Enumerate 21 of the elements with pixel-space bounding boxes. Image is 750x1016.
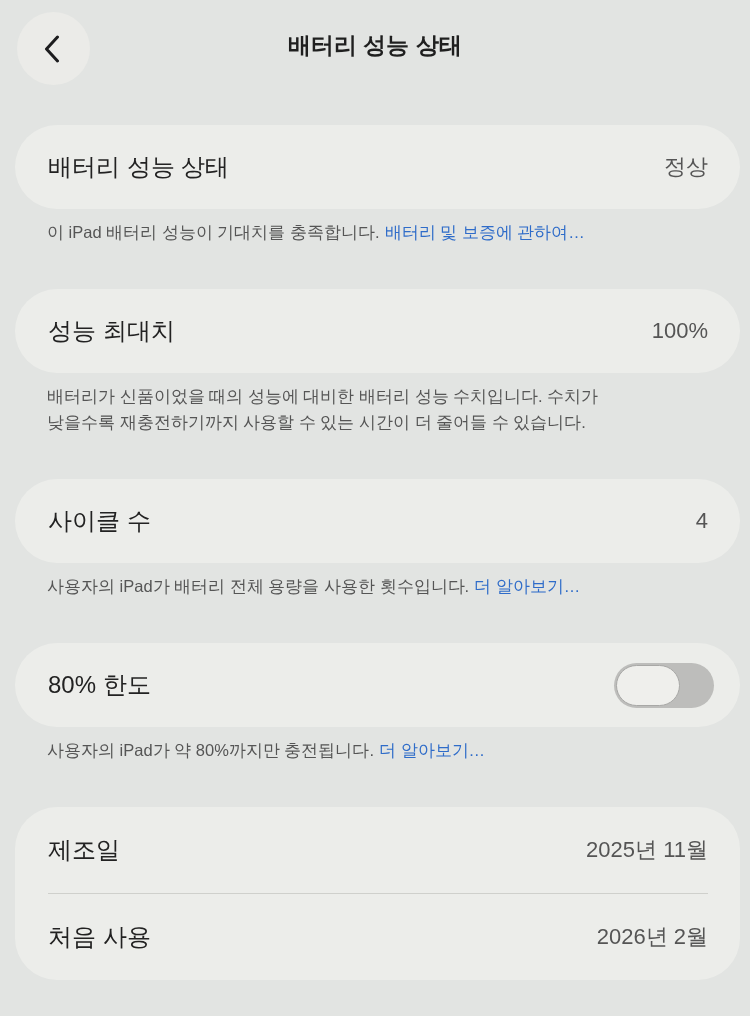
footer-text: 사용자의 iPad가 배터리 전체 용량을 사용한 횟수입니다. [47,577,470,595]
footer-link[interactable]: 더 알아보기… [379,741,486,759]
row-value: 2026년 2월 [596,923,708,951]
row-value: 4 [695,508,708,534]
footer-text: 배터리가 신품이었을 때의 성능에 대비한 배터리 성능 수치입니다. 수치가 낮을수록 재충전하기까지 사용할 수 있는 시간이 더 줄어들 수 있습니다. [47,387,599,431]
row-label: 사이클 수 [48,506,151,536]
row-label: 제조일 [48,835,120,865]
row-value: 2025년 11월 [586,836,708,864]
row-label: 배터리 성능 상태 [48,152,230,182]
footer-text: 사용자의 iPad가 약 80%까지만 충전됩니다. [47,741,374,759]
toggle-switch[interactable] [614,662,714,708]
footer-link[interactable]: 더 알아보기… [474,577,581,595]
chevron-left-icon [43,34,60,63]
row-label: 처음 사용 [48,922,151,952]
row-label: 80% 한도 [48,670,151,700]
row-label: 성능 최대치 [48,316,175,346]
footer-link[interactable]: 배터리 및 보증에 관하여… [384,223,585,241]
row-value: 정상 [664,153,708,181]
footer-text: 이 iPad 배터리 성능이 기대치를 충족합니다. [47,223,380,241]
page-title: 배터리 성능 상태 [287,31,463,60]
row-value: 100% [651,318,708,344]
